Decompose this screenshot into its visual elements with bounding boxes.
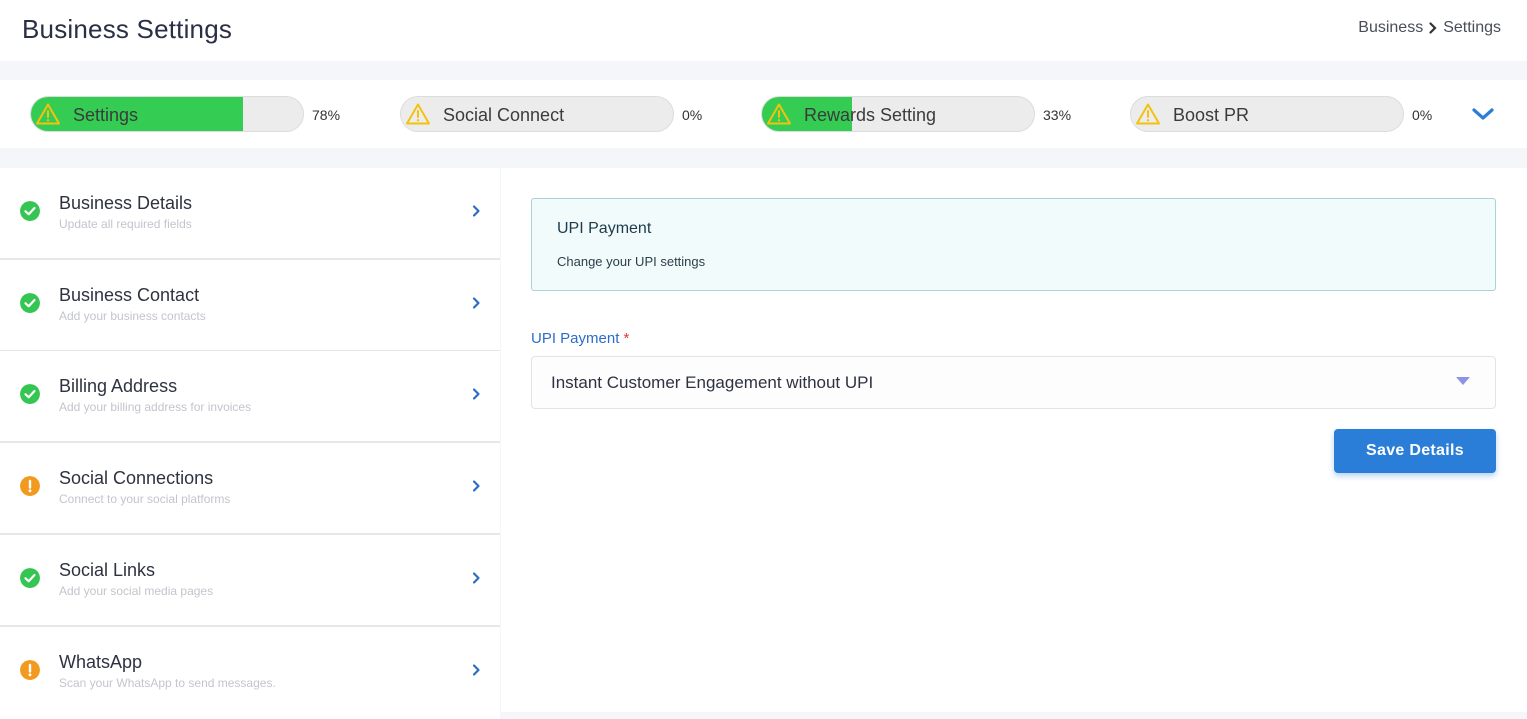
sidebar-item-business-details[interactable]: Business Details Update all required fie… <box>0 168 500 260</box>
exclamation-circle-icon <box>20 476 40 496</box>
sidebar-item-social-connections[interactable]: Social Connections Connect to your socia… <box>0 443 500 535</box>
progress-percent-boost-pr: 0% <box>1412 107 1433 123</box>
breadcrumb-separator-icon <box>1429 22 1437 34</box>
warning-triangle-icon <box>36 103 60 125</box>
check-circle-icon <box>20 568 40 588</box>
progress-strip: Settings 78% Social Connect 0% Rewards S… <box>0 80 1527 148</box>
sidebar-item-title: Business Contact <box>59 285 200 305</box>
warning-triangle-icon <box>1136 103 1160 125</box>
required-mark: * <box>623 330 630 347</box>
progress-label-settings: Settings <box>73 105 139 125</box>
exclamation-circle-icon <box>20 660 40 680</box>
card-title: UPI Payment <box>557 220 652 237</box>
check-circle-icon <box>20 293 40 313</box>
progress-bar-rewards-setting[interactable]: Rewards Setting <box>761 96 1035 132</box>
sidebar-item-title: WhatsApp <box>59 652 143 672</box>
page-title: Business Settings <box>22 14 233 44</box>
sidebar-item-subtitle: Connect to your social platforms <box>59 492 231 506</box>
sidebar-item-subtitle: Add your billing address for invoices <box>59 400 252 414</box>
sidebar-item-social-links[interactable]: Social Links Add your social media pages <box>0 535 500 627</box>
progress-percent-settings: 78% <box>312 107 341 123</box>
chevron-down-icon[interactable] <box>1470 104 1496 124</box>
chevron-right-icon <box>472 572 480 584</box>
settings-sidebar: Business Details Update all required fie… <box>0 168 500 719</box>
sidebar-item-title: Billing Address <box>59 376 178 396</box>
progress-bar-social-connect[interactable]: Social Connect <box>400 96 674 132</box>
sidebar-item-business-contact[interactable]: Business Contact Add your business conta… <box>0 260 500 352</box>
breadcrumb-business[interactable]: Business <box>1358 19 1423 37</box>
progress-bar-settings[interactable]: Settings <box>30 96 304 132</box>
select-value: Instant Customer Engagement without UPI <box>551 373 874 392</box>
progress-bar-boost-pr[interactable]: Boost PR <box>1130 96 1404 132</box>
sidebar-item-subtitle: Add your social media pages <box>59 584 214 598</box>
sidebar-item-subtitle: Add your business contacts <box>59 309 206 323</box>
chevron-right-icon <box>472 297 480 309</box>
sidebar-item-whatsapp[interactable]: WhatsApp Scan your WhatsApp to send mess… <box>0 627 500 719</box>
sidebar-item-subtitle: Scan your WhatsApp to send messages. <box>59 676 276 690</box>
sidebar-item-title: Social Connections <box>59 468 214 488</box>
upi-payment-label: UPI Payment * <box>531 330 629 347</box>
progress-percent-rewards-setting: 33% <box>1043 107 1072 123</box>
upi-info-card: UPI Payment Change your UPI settings <box>531 198 1496 291</box>
chevron-right-icon <box>472 664 480 676</box>
sidebar-item-title: Social Links <box>59 560 156 580</box>
check-circle-icon <box>20 201 40 221</box>
card-subtitle: Change your UPI settings <box>557 254 706 269</box>
progress-label-boost-pr: Boost PR <box>1173 105 1250 125</box>
check-circle-icon <box>20 384 40 404</box>
sidebar-item-subtitle: Update all required fields <box>59 217 192 231</box>
upi-payment-select[interactable]: Instant Customer Engagement without UPI <box>531 356 1496 409</box>
sidebar-item-billing-address[interactable]: Billing Address Add your billing address… <box>0 351 500 443</box>
progress-percent-social-connect: 0% <box>682 107 703 123</box>
chevron-right-icon <box>472 480 480 492</box>
warning-triangle-icon <box>767 103 791 125</box>
page-header: Business Settings Business Settings <box>0 0 1527 61</box>
warning-triangle-icon <box>406 103 430 125</box>
save-details-button[interactable]: Save Details <box>1334 429 1496 473</box>
progress-label-social-connect: Social Connect <box>443 105 565 125</box>
breadcrumb: Business Settings <box>1358 19 1501 37</box>
chevron-right-icon <box>472 205 480 217</box>
chevron-right-icon <box>472 388 480 400</box>
main-panel: UPI Payment Change your UPI settings UPI… <box>501 168 1527 712</box>
field-label-text: UPI Payment <box>531 330 620 347</box>
progress-label-rewards-setting: Rewards Setting <box>804 105 937 125</box>
sidebar-item-title: Business Details <box>59 193 193 213</box>
breadcrumb-settings: Settings <box>1443 19 1501 36</box>
caret-down-icon <box>1456 377 1470 385</box>
